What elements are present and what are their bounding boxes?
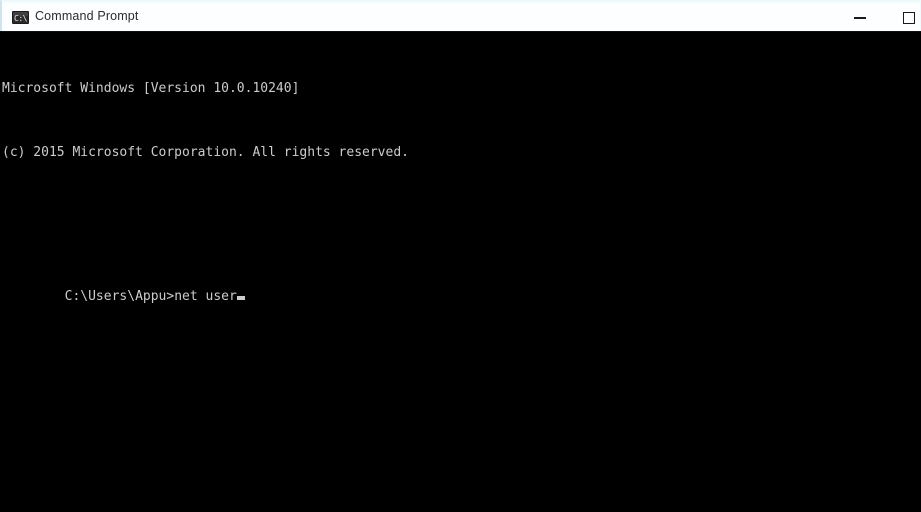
minimize-button[interactable] <box>844 1 889 31</box>
title-bar[interactable]: C:\ Command Prompt <box>0 0 921 31</box>
maximize-icon <box>903 12 915 24</box>
console-line-blank <box>2 209 409 225</box>
console-output-area[interactable]: Microsoft Windows [Version 10.0.10240] (… <box>0 31 921 512</box>
maximize-button[interactable] <box>889 1 920 31</box>
command-input[interactable]: net user <box>174 289 237 304</box>
text-cursor <box>236 296 245 300</box>
console-line: (c) 2015 Microsoft Corporation. All righ… <box>2 145 409 160</box>
window-title: Command Prompt <box>35 9 139 23</box>
cmd-icon-glyph: C:\ <box>14 14 27 23</box>
console-line: Microsoft Windows [Version 10.0.10240] <box>2 81 300 96</box>
prompt-string: C:\Users\Appu> <box>64 289 175 304</box>
console-text: Microsoft Windows [Version 10.0.10240] (… <box>2 33 409 337</box>
minimize-icon <box>854 17 866 19</box>
cmd-icon: C:\ <box>12 11 29 24</box>
console-prompt-line[interactable]: C:\Users\Appu>net user <box>2 273 409 304</box>
command-prompt-window: C:\ Command Prompt Microsoft Windows [Ve… <box>0 0 921 512</box>
